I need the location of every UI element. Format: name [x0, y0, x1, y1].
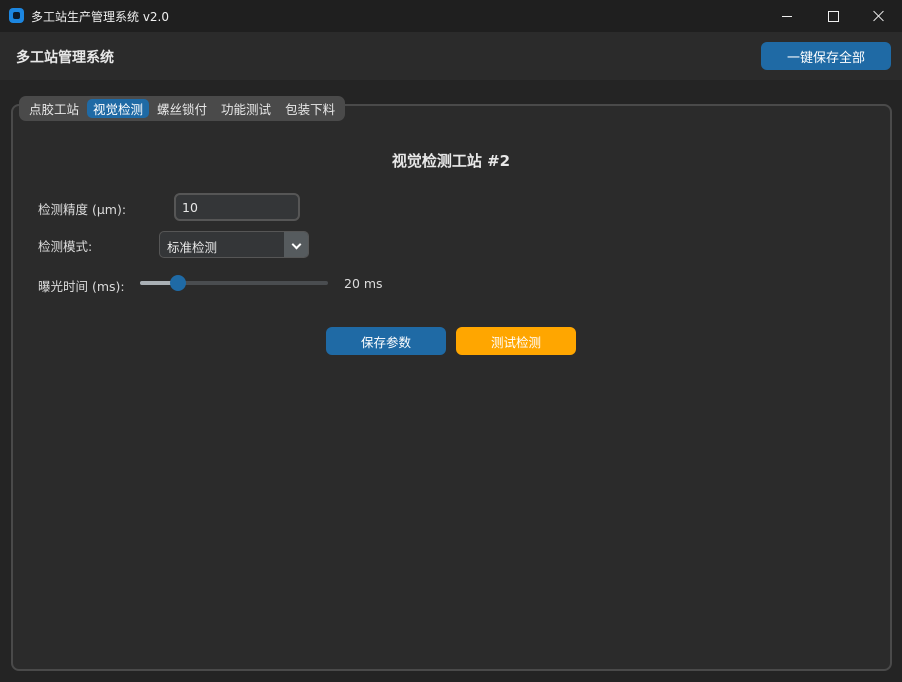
precision-input[interactable]	[174, 193, 300, 221]
tab-dispensing[interactable]: 点胶工站	[23, 99, 85, 118]
page-title: 多工站管理系统	[16, 50, 114, 66]
chevron-down-icon	[291, 239, 301, 249]
precision-label: 检测精度 (μm):	[38, 202, 127, 217]
window-title: 多工站生产管理系统 v2.0	[31, 10, 170, 24]
tab-packaging-unload[interactable]: 包装下料	[279, 99, 341, 118]
exposure-label: 曝光时间 (ms):	[38, 279, 125, 294]
exposure-slider[interactable]	[140, 275, 328, 291]
mode-selected-value: 标准检测	[167, 240, 218, 255]
save-params-button[interactable]: 保存参数	[326, 327, 446, 355]
tab-screw-fastening[interactable]: 螺丝锁付	[151, 99, 213, 118]
tab-content-frame	[11, 104, 892, 671]
close-icon	[873, 10, 885, 22]
app-header: 多工站管理系统 一键保存全部	[0, 32, 902, 80]
mode-label: 检测模式:	[38, 239, 93, 254]
app-window: 多工站生产管理系统 v2.0 多工站管理系统 一键保存全部 点胶工站 视觉检测 …	[0, 0, 902, 682]
maximize-icon	[827, 10, 839, 22]
dropdown-arrow-button[interactable]	[284, 232, 308, 257]
exposure-slider-handle[interactable]	[170, 275, 186, 291]
station-tabs: 点胶工站 视觉检测 螺丝锁付 功能测试 包装下料	[19, 96, 346, 121]
save-all-button[interactable]: 一键保存全部	[761, 42, 891, 70]
minimize-icon	[782, 15, 792, 17]
test-inspection-button[interactable]: 测试检测	[456, 327, 576, 355]
tab-function-test[interactable]: 功能测试	[215, 99, 277, 118]
tab-vision-inspection[interactable]: 视觉检测	[87, 99, 150, 118]
station-title: 视觉检测工站 #2	[391, 152, 511, 170]
maximize-button[interactable]	[810, 0, 856, 32]
minimize-button[interactable]	[764, 0, 810, 32]
app-logo-icon	[9, 8, 24, 23]
close-button[interactable]	[856, 0, 902, 32]
title-bar: 多工站生产管理系统 v2.0	[0, 0, 902, 32]
mode-dropdown[interactable]: 标准检测	[159, 231, 309, 258]
exposure-value: 20 ms	[344, 276, 383, 291]
